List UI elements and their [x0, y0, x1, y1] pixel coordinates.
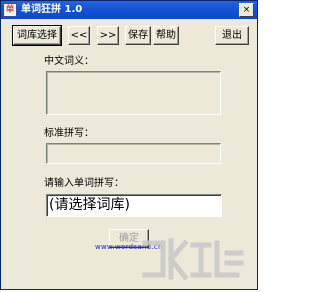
app-icon: 单 [3, 3, 17, 17]
standard-spelling-label: 标准拼写： [44, 128, 94, 139]
app-window: 单 单词狂拼 1.0 × 词库选择 << >> 保存 帮助 退出 中文词义： 标… [0, 0, 258, 290]
standard-spelling-field [46, 143, 221, 164]
help-button[interactable]: 帮助 [153, 26, 179, 45]
window-title: 单词狂拼 1.0 [21, 4, 83, 15]
close-icon[interactable]: × [239, 3, 254, 17]
spelling-input-label: 请输入单词拼写： [44, 178, 124, 189]
chinese-meaning-label: 中文词义： [44, 56, 94, 67]
exit-button[interactable]: 退出 [215, 26, 249, 45]
dictionary-select-button[interactable]: 词库选择 [12, 25, 62, 46]
watermark-logo [142, 238, 244, 281]
next-button[interactable]: >> [97, 26, 119, 45]
chinese-meaning-field [46, 71, 221, 115]
title-bar[interactable]: 单 单词狂拼 1.0 × [1, 1, 257, 19]
save-button[interactable]: 保存 [125, 26, 151, 45]
previous-button[interactable]: << [68, 26, 90, 45]
spelling-input[interactable]: (请选择词库) [46, 194, 222, 217]
